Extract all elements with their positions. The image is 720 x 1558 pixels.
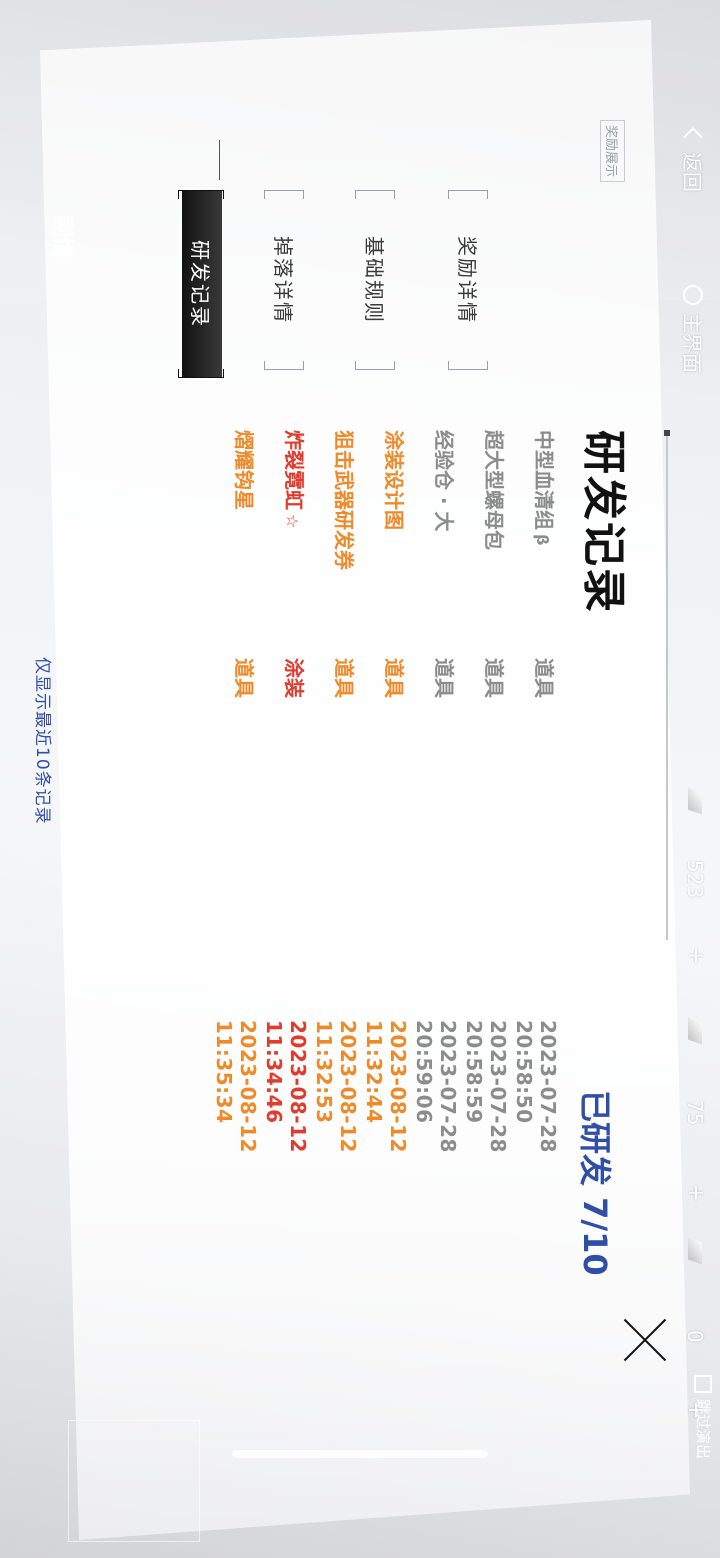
tab-basic-rules[interactable]: 基础规则 xyxy=(357,190,395,370)
record-item-type: 道具 xyxy=(232,658,256,698)
record-item-type: 涂装 xyxy=(282,658,306,698)
resource-value: 0 xyxy=(683,1330,708,1343)
skip-animation-button[interactable]: 跳过演出 xyxy=(693,1375,714,1459)
record-item-name-text: 炸裂霓虹 xyxy=(282,430,306,510)
crystal-icon xyxy=(688,1017,703,1045)
close-icon[interactable] xyxy=(620,1315,670,1365)
record-row: 熠耀钩星道具 2023-08-12 11:35:34 xyxy=(212,430,260,1250)
record-item-type: 道具 xyxy=(382,658,406,698)
background-frame xyxy=(68,1420,200,1542)
chevron-left-icon xyxy=(683,127,704,147)
record-item-name: 涂装设计图 xyxy=(381,430,410,534)
record-item-name: 经验仓 · 大 xyxy=(431,430,460,536)
record-row: 经验仓 · 大道具 2023-07-28 20:59:06 xyxy=(412,430,460,1250)
record-item-name-text: 中型血清组 xyxy=(532,430,556,530)
resource-crystal: 75 + xyxy=(683,1017,708,1202)
record-item-name: 狙击武器研发券 xyxy=(331,430,360,574)
record-row: 超大型螺母包道具 2023-07-28 20:58:59 xyxy=(462,430,510,1250)
resource-value: 523 xyxy=(683,860,708,899)
add-feather-button[interactable]: + xyxy=(683,946,708,964)
scroll-track xyxy=(666,430,668,940)
record-item-time: 2023-07-28 20:59:06 xyxy=(412,1020,460,1153)
record-item-type: 道具 xyxy=(482,658,506,698)
record-item-type: 道具 xyxy=(432,658,456,698)
record-item-suffix: β xyxy=(533,534,552,546)
home-label: 主界面 xyxy=(680,313,704,373)
feather-icon xyxy=(688,787,703,815)
record-item-type: 道具 xyxy=(332,658,356,698)
home-indicator[interactable] xyxy=(232,1450,488,1458)
resource-feather: 523 + xyxy=(683,787,708,965)
add-crystal-button[interactable]: + xyxy=(683,1183,708,1201)
ticket-icon xyxy=(688,1237,703,1265)
record-row: 炸裂霓虹 ☆ 涂装 2023-08-12 11:34:46 xyxy=(262,430,310,1250)
home-button[interactable]: 主界面 xyxy=(679,285,708,373)
record-row: 中型血清组 β 道具 2023-07-28 20:58:50 xyxy=(512,430,560,1250)
back-label: 返回 xyxy=(680,152,704,192)
skip-label: 跳过演出 xyxy=(694,1399,712,1460)
back-button[interactable]: 返回 xyxy=(679,127,708,192)
record-row: 涂装设计图道具 2023-08-12 11:32:44 xyxy=(362,430,410,1250)
story-label[interactable]: 剧情 xyxy=(48,215,80,259)
footnote-text: 仅显示最近10条记录 xyxy=(32,657,52,825)
tab-reward-details[interactable]: 奖励详情 xyxy=(450,190,488,370)
reward-display-tab[interactable]: 奖励展示 xyxy=(600,120,625,183)
record-item-name-text: 熠耀钩星 xyxy=(232,430,256,510)
record-item-time: 2023-08-12 11:35:34 xyxy=(212,1020,260,1153)
record-item-name-text: 狙击武器研发券 xyxy=(332,430,356,570)
record-item-name: 熠耀钩星 xyxy=(231,430,260,514)
record-item-time: 2023-08-12 11:34:46 xyxy=(262,1020,310,1153)
record-item-name: 中型血清组 β xyxy=(531,430,560,545)
record-item-time: 2023-07-28 20:58:50 xyxy=(512,1020,560,1153)
record-item-name-text: 超大型螺母包 xyxy=(482,430,506,550)
record-item-time: 2023-08-12 11:32:53 xyxy=(312,1020,360,1153)
record-item-name-text: 涂装设计图 xyxy=(382,430,406,530)
resource-value: 75 xyxy=(683,1100,708,1126)
tab-dev-records[interactable]: 研发记录 xyxy=(182,190,222,378)
home-circle-icon xyxy=(683,285,704,305)
tab-drop-details[interactable]: 掉落详情 xyxy=(266,190,304,370)
record-item-time: 2023-08-12 11:32:44 xyxy=(362,1020,410,1153)
record-item-name: 超大型螺母包 xyxy=(481,430,510,554)
record-item-suffix: ☆ xyxy=(283,514,302,529)
record-item-name-text: 经验仓 · 大 xyxy=(432,430,456,532)
record-item-time: 2023-07-28 20:58:59 xyxy=(462,1020,510,1153)
record-row: 狙击武器研发券道具 2023-08-12 11:32:53 xyxy=(312,430,360,1250)
panel-title: 研发记录 xyxy=(578,430,629,614)
dev-progress: 已研发 7/10 xyxy=(576,1090,614,1276)
tab-indicator-line xyxy=(219,140,220,180)
checkbox-icon xyxy=(694,1375,713,1393)
record-item-name: 炸裂霓虹 ☆ xyxy=(281,430,310,528)
game-screen: 返回 主界面 523 + 75 + 0 + 跳过演出 奖励展示 奖励详情 基础规… xyxy=(0,0,720,1558)
scroll-thumb[interactable] xyxy=(664,430,670,436)
record-item-type: 道具 xyxy=(532,658,556,698)
